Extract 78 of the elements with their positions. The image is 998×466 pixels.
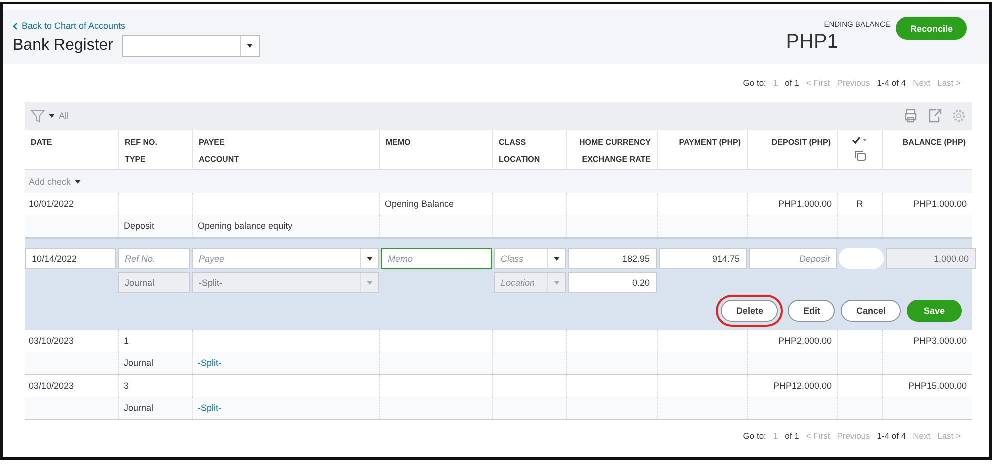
back-link[interactable]: Back to Chart of Accounts [13, 21, 126, 31]
deposit-cell: PHP12,000.00 [773, 381, 832, 391]
filter-dropdown[interactable]: All [49, 111, 70, 121]
column-header: REF NO. [125, 138, 158, 147]
payment-field[interactable]: 914.75 [659, 248, 747, 269]
copy-icon[interactable] [854, 151, 866, 161]
date-field[interactable]: 10/14/2022 [25, 248, 116, 269]
column-header: TYPE [125, 155, 146, 164]
save-button[interactable]: Save [906, 300, 962, 322]
type-cell: Journal [124, 403, 154, 413]
balance-cell: PHP1,000.00 [913, 199, 967, 209]
type-cell: Journal [124, 358, 154, 368]
page-title: Bank Register [13, 36, 114, 54]
action-button[interactable]: Cancel [841, 300, 901, 322]
column-header: ACCOUNT [199, 155, 239, 164]
page-range: 1-4 of 4 [877, 78, 906, 88]
account-link[interactable]: -Split- [198, 358, 222, 368]
status-cell: R [856, 199, 864, 209]
caret-icon[interactable] [554, 256, 560, 260]
first-link[interactable]: < First [806, 431, 830, 441]
ref-cell: 3 [124, 381, 130, 391]
previous-link[interactable]: Previous [837, 78, 870, 88]
caret-icon[interactable] [246, 44, 252, 48]
ref-cell: 1 [124, 336, 130, 346]
column-header: HOME CURRENCY [579, 138, 651, 147]
type-cell: Deposit [124, 221, 155, 231]
page-link[interactable]: 1 [773, 431, 778, 441]
exchange-rate-field[interactable]: 0.20 [568, 272, 657, 293]
last-link[interactable]: Last > [938, 78, 961, 88]
column-header: DATE [31, 138, 52, 147]
next-link[interactable]: Next [913, 78, 931, 88]
account-link[interactable]: -Split- [198, 403, 222, 413]
date-cell: 03/10/2023 [29, 336, 74, 346]
caret-icon[interactable] [75, 180, 82, 184]
column-header: EXCHANGE RATE [582, 155, 651, 164]
memo-cell: Opening Balance [385, 199, 454, 209]
add-check-dropdown[interactable]: Add check [29, 176, 82, 186]
next-link[interactable]: Next [913, 431, 931, 441]
goto-label: Go to: [743, 78, 766, 88]
column-header: CLASS [499, 138, 526, 147]
payee-field[interactable]: Payee [192, 248, 379, 269]
chevron-left-icon[interactable] [13, 22, 18, 30]
page-range: 1-4 of 4 [877, 431, 906, 441]
memo-field[interactable]: Memo [381, 248, 492, 269]
date-cell: 10/01/2022 [29, 199, 74, 209]
page-link[interactable]: 1 [773, 78, 778, 88]
column-header: PAYEE [199, 138, 225, 147]
home-currency-field[interactable]: 182.95 [568, 248, 657, 269]
reconcile-button[interactable]: Reconcile [896, 17, 967, 40]
print-icon[interactable] [904, 109, 918, 123]
caret-icon[interactable] [49, 114, 55, 118]
ending-balance: PHP1 [786, 31, 840, 54]
first-link[interactable]: < First [806, 78, 830, 88]
page-count: of 1 [785, 431, 800, 441]
export-icon[interactable] [928, 109, 942, 123]
page-count: of 1 [785, 78, 800, 88]
deposit-cell: PHP1,000.00 [778, 199, 832, 209]
column-header: DEPOSIT (PHP) [772, 138, 831, 147]
caret-icon[interactable] [366, 256, 372, 260]
status-field[interactable] [839, 248, 884, 269]
balance-field[interactable]: 1,000.00 [886, 248, 976, 269]
deposit-cell: PHP2,000.00 [778, 336, 832, 346]
column-header: MEMO [386, 138, 411, 147]
column-header: PAYMENT (PHP) [679, 138, 741, 147]
account-cell: Opening balance equity [198, 221, 293, 231]
last-link[interactable]: Last > [938, 431, 961, 441]
checkmark-icon[interactable] [852, 136, 868, 145]
date-cell: 03/10/2023 [29, 381, 74, 391]
deposit-field[interactable]: Deposit [749, 248, 837, 269]
balance-cell: PHP15,000.00 [908, 381, 967, 391]
type-field[interactable]: Journal [118, 272, 190, 293]
column-header: LOCATION [499, 155, 540, 164]
column-header: BALANCE (PHP) [902, 138, 966, 147]
goto-label: Go to: [743, 431, 766, 441]
action-button[interactable]: Edit [788, 300, 836, 322]
previous-link[interactable]: Previous [837, 431, 870, 441]
ref-field[interactable]: Ref No. [118, 248, 190, 269]
balance-cell: PHP3,000.00 [913, 336, 967, 346]
